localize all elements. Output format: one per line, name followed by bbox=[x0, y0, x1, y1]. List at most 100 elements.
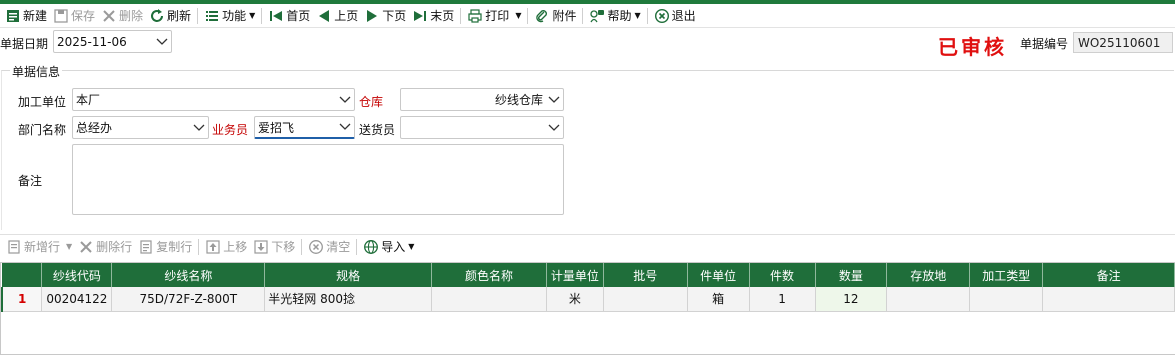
printer-icon bbox=[468, 8, 482, 23]
detail-toolbar: 新增行 ▼ 删除行 复制行 上移 下移 清空 导入 ▼ bbox=[0, 234, 1175, 258]
column-header-unit[interactable]: 计量单位 bbox=[546, 263, 604, 287]
help-menu-button[interactable]: 帮助 ▼ bbox=[586, 5, 643, 27]
copy-row-label: 复制行 bbox=[156, 240, 193, 254]
dropdown-caret-icon: ▼ bbox=[408, 242, 415, 251]
next-page-icon bbox=[367, 9, 378, 22]
delete-button-label: 删除 bbox=[119, 9, 144, 23]
toolbar-divider bbox=[301, 238, 303, 255]
yarn-code-cell[interactable]: 00204122 bbox=[41, 287, 113, 312]
move-down-icon bbox=[254, 239, 268, 254]
doc-date-picker[interactable]: 2025-11-06 bbox=[53, 30, 172, 53]
help-icon bbox=[590, 9, 605, 22]
unit-cell[interactable]: 米 bbox=[546, 287, 604, 312]
toolbar-divider bbox=[197, 7, 199, 24]
exit-button[interactable]: 退出 bbox=[651, 5, 699, 27]
column-header-remark[interactable]: 备注 bbox=[1042, 263, 1175, 287]
save-button[interactable]: 保存 bbox=[50, 5, 98, 27]
yarn-name-cell[interactable]: 75D/72F-Z-800T bbox=[111, 287, 266, 312]
color-name-cell[interactable] bbox=[431, 287, 547, 312]
remark-cell[interactable] bbox=[1042, 287, 1175, 312]
package-unit-cell[interactable]: 箱 bbox=[687, 287, 750, 312]
dropdown-caret-icon: ▼ bbox=[66, 242, 73, 251]
refresh-button-label: 刷新 bbox=[167, 9, 192, 23]
globe-icon bbox=[364, 239, 379, 254]
copy-row-icon bbox=[140, 239, 152, 254]
next-page-button[interactable]: 下页 bbox=[361, 5, 409, 27]
processing-unit-select[interactable]: 本厂 bbox=[72, 88, 355, 111]
add-row-icon bbox=[8, 239, 20, 254]
clear-button[interactable]: 清空 bbox=[305, 236, 353, 258]
last-page-label: 末页 bbox=[430, 9, 455, 23]
last-page-icon bbox=[414, 10, 427, 21]
column-header-package-unit[interactable]: 件单位 bbox=[687, 263, 750, 287]
refresh-icon bbox=[151, 8, 164, 22]
new-button[interactable]: 新建 bbox=[2, 5, 50, 27]
dept-select[interactable]: 总经办 bbox=[72, 116, 209, 139]
delete-row-label: 删除行 bbox=[96, 240, 133, 254]
remark-textarea[interactable] bbox=[72, 144, 564, 215]
storage-location-cell[interactable] bbox=[886, 287, 971, 312]
chevron-down-icon bbox=[545, 117, 563, 138]
package-count-cell[interactable]: 1 bbox=[749, 287, 816, 312]
delete-x-icon bbox=[103, 9, 115, 22]
import-menu-button[interactable]: 导入 ▼ bbox=[360, 236, 417, 258]
delete-button[interactable]: 删除 bbox=[98, 5, 146, 27]
functions-button-label: 功能 bbox=[222, 9, 247, 23]
column-header-yarn-code[interactable]: 纱线代码 bbox=[41, 263, 113, 287]
column-header-package-count[interactable]: 件数 bbox=[749, 263, 816, 287]
functions-menu-button[interactable]: 功能 ▼ bbox=[201, 5, 258, 27]
salesman-value: 爱招飞 bbox=[258, 120, 295, 135]
add-row-button[interactable]: 新增行 ▼ bbox=[3, 236, 75, 258]
exit-circle-x-icon bbox=[654, 8, 669, 23]
column-header-quantity[interactable]: 数量 bbox=[815, 263, 888, 287]
move-down-button[interactable]: 下移 bbox=[250, 236, 298, 258]
column-header-storage-location[interactable]: 存放地 bbox=[886, 263, 971, 287]
dept-value: 总经办 bbox=[76, 121, 113, 135]
batch-no-cell[interactable] bbox=[603, 287, 688, 312]
first-page-button[interactable]: 首页 bbox=[265, 5, 313, 27]
move-up-button[interactable]: 上移 bbox=[202, 236, 250, 258]
next-page-label: 下页 bbox=[382, 9, 407, 23]
help-button-label: 帮助 bbox=[607, 9, 632, 23]
chevron-down-icon bbox=[153, 31, 171, 52]
attachment-button[interactable]: 附件 bbox=[531, 5, 579, 27]
column-header-process-type[interactable]: 加工类型 bbox=[969, 263, 1044, 287]
salesman-select[interactable]: 爱招飞 bbox=[254, 116, 355, 139]
doc-info-group-title: 单据信息 bbox=[10, 63, 63, 80]
warehouse-value: 纱线仓库 bbox=[494, 93, 543, 107]
column-header-color-name[interactable]: 颜色名称 bbox=[431, 263, 547, 287]
warehouse-select[interactable]: 纱线仓库 bbox=[400, 88, 564, 111]
dept-label: 部门名称 bbox=[18, 123, 67, 137]
add-row-label: 新增行 bbox=[24, 240, 61, 254]
new-button-label: 新建 bbox=[23, 9, 48, 23]
toolbar-divider bbox=[198, 238, 200, 255]
column-header-spec[interactable]: 规格 bbox=[264, 263, 433, 287]
list-icon bbox=[206, 10, 219, 21]
detail-table: 纱线代码 纱线名称 规格 颜色名称 计量单位 批号 件单位 件数 数量 存放地 … bbox=[1, 263, 1175, 312]
prev-page-button[interactable]: 上页 bbox=[313, 5, 361, 27]
prev-page-icon bbox=[319, 9, 330, 22]
delete-row-x-icon bbox=[80, 240, 92, 253]
doc-no-label: 单据编号 bbox=[1020, 37, 1069, 51]
last-page-button[interactable]: 末页 bbox=[409, 5, 457, 27]
detail-grid: 纱线代码 纱线名称 规格 颜色名称 计量单位 批号 件单位 件数 数量 存放地 … bbox=[0, 262, 1175, 355]
save-button-label: 保存 bbox=[71, 9, 96, 23]
chevron-down-icon bbox=[545, 89, 563, 110]
approved-status-stamp: 已审核 bbox=[938, 35, 1007, 59]
table-row[interactable]: 1 00204122 75D/72F-Z-800T 半光轻网 800捻 米 箱 … bbox=[1, 287, 1175, 312]
delete-row-button[interactable]: 删除行 bbox=[75, 236, 135, 258]
print-menu-button[interactable]: 打印 ▼ bbox=[464, 5, 524, 27]
process-type-cell[interactable] bbox=[969, 287, 1044, 312]
dropdown-caret-icon: ▼ bbox=[634, 11, 641, 20]
doc-date-label: 单据日期 bbox=[0, 37, 49, 51]
quantity-cell[interactable]: 12 bbox=[815, 287, 888, 312]
spec-cell[interactable]: 半光轻网 800捻 bbox=[264, 287, 433, 312]
clear-label: 清空 bbox=[326, 240, 351, 254]
warehouse-label: 仓库 bbox=[359, 95, 384, 109]
doc-no-field[interactable]: WO25110601 bbox=[1073, 32, 1173, 53]
copy-row-button[interactable]: 复制行 bbox=[135, 236, 195, 258]
deliverer-select[interactable] bbox=[400, 116, 564, 139]
refresh-button[interactable]: 刷新 bbox=[146, 5, 194, 27]
column-header-batch-no[interactable]: 批号 bbox=[603, 263, 688, 287]
column-header-yarn-name[interactable]: 纱线名称 bbox=[111, 263, 266, 287]
